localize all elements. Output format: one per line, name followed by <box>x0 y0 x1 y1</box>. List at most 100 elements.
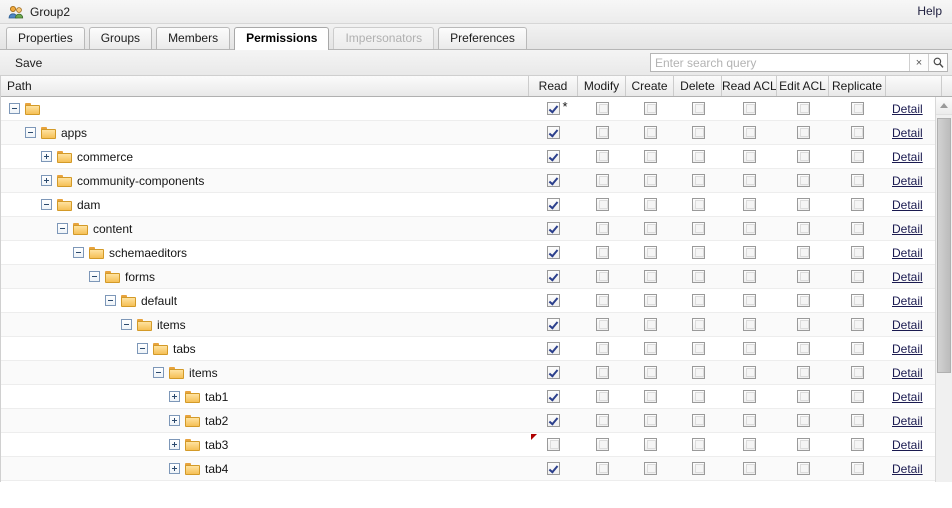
cell-modify[interactable] <box>578 265 626 288</box>
cell-modify[interactable] <box>578 289 626 312</box>
cell-edit_acl[interactable] <box>777 481 829 482</box>
cell-delete[interactable] <box>674 193 722 216</box>
cell-create[interactable] <box>626 265 674 288</box>
cell-create[interactable] <box>626 337 674 360</box>
checkbox-delete[interactable] <box>692 438 705 451</box>
column-header-replicate[interactable]: Replicate <box>829 76 886 96</box>
details-link[interactable]: Detail <box>892 342 923 356</box>
cell-read[interactable] <box>529 241 578 264</box>
checkbox-replicate[interactable] <box>851 246 864 259</box>
details-link[interactable]: Detail <box>892 222 923 236</box>
collapse-icon[interactable] <box>57 223 68 234</box>
checkbox-modify[interactable] <box>596 150 609 163</box>
checkbox-read_acl[interactable] <box>743 246 756 259</box>
checkbox-delete[interactable] <box>692 102 705 115</box>
column-header-details[interactable] <box>886 76 942 96</box>
cell-delete[interactable] <box>674 481 722 482</box>
cell-replicate[interactable] <box>829 97 886 120</box>
cell-read_acl[interactable] <box>722 193 777 216</box>
cell-edit_acl[interactable] <box>777 289 829 312</box>
checkbox-read_acl[interactable] <box>743 198 756 211</box>
checkbox-replicate[interactable] <box>851 390 864 403</box>
checkbox-edit_acl[interactable] <box>797 390 810 403</box>
collapse-icon[interactable] <box>41 199 52 210</box>
checkbox-edit_acl[interactable] <box>797 318 810 331</box>
checkbox-edit_acl[interactable] <box>797 246 810 259</box>
tab-members[interactable]: Members <box>156 27 230 49</box>
checkbox-edit_acl[interactable] <box>797 102 810 115</box>
table-row[interactable]: layoutDetail <box>1 481 952 482</box>
cell-create[interactable] <box>626 409 674 432</box>
cell-read_acl[interactable] <box>722 337 777 360</box>
checkbox-replicate[interactable] <box>851 270 864 283</box>
column-header-read_acl[interactable]: Read ACL <box>722 76 777 96</box>
checkbox-read[interactable] <box>547 462 560 475</box>
cell-replicate[interactable] <box>829 361 886 384</box>
expand-icon[interactable] <box>169 415 180 426</box>
checkbox-replicate[interactable] <box>851 126 864 139</box>
cell-replicate[interactable] <box>829 217 886 240</box>
cell-delete[interactable] <box>674 313 722 336</box>
cell-read[interactable] <box>529 337 578 360</box>
cell-read[interactable] <box>529 433 578 456</box>
cell-delete[interactable] <box>674 121 722 144</box>
cell-edit_acl[interactable] <box>777 97 829 120</box>
cell-modify[interactable] <box>578 361 626 384</box>
cell-delete[interactable] <box>674 457 722 480</box>
checkbox-read[interactable] <box>547 150 560 163</box>
table-row[interactable]: tab3Detail <box>1 433 952 457</box>
checkbox-read_acl[interactable] <box>743 126 756 139</box>
cell-read[interactable]: * <box>529 97 578 120</box>
checkbox-delete[interactable] <box>692 174 705 187</box>
details-link[interactable]: Detail <box>892 174 923 188</box>
cell-read[interactable] <box>529 385 578 408</box>
cell-create[interactable] <box>626 193 674 216</box>
cell-modify[interactable] <box>578 145 626 168</box>
checkbox-modify[interactable] <box>596 414 609 427</box>
cell-replicate[interactable] <box>829 409 886 432</box>
checkbox-delete[interactable] <box>692 222 705 235</box>
cell-read_acl[interactable] <box>722 481 777 482</box>
cell-replicate[interactable] <box>829 289 886 312</box>
column-header-edit_acl[interactable]: Edit ACL <box>777 76 829 96</box>
cell-read_acl[interactable] <box>722 145 777 168</box>
cell-read[interactable] <box>529 313 578 336</box>
cell-delete[interactable] <box>674 265 722 288</box>
cell-read[interactable] <box>529 289 578 312</box>
cell-modify[interactable] <box>578 121 626 144</box>
details-link[interactable]: Detail <box>892 294 923 308</box>
checkbox-create[interactable] <box>644 222 657 235</box>
checkbox-edit_acl[interactable] <box>797 150 810 163</box>
checkbox-edit_acl[interactable] <box>797 438 810 451</box>
cell-edit_acl[interactable] <box>777 169 829 192</box>
checkbox-read[interactable] <box>547 414 560 427</box>
details-link[interactable]: Detail <box>892 414 923 428</box>
cell-create[interactable] <box>626 97 674 120</box>
cell-modify[interactable] <box>578 193 626 216</box>
column-header-path[interactable]: Path <box>1 76 529 96</box>
collapse-icon[interactable] <box>89 271 100 282</box>
checkbox-create[interactable] <box>644 294 657 307</box>
cell-read_acl[interactable] <box>722 97 777 120</box>
clear-search-icon[interactable]: × <box>909 54 928 71</box>
checkbox-read_acl[interactable] <box>743 366 756 379</box>
cell-modify[interactable] <box>578 217 626 240</box>
cell-create[interactable] <box>626 169 674 192</box>
checkbox-modify[interactable] <box>596 318 609 331</box>
checkbox-replicate[interactable] <box>851 198 864 211</box>
checkbox-delete[interactable] <box>692 198 705 211</box>
checkbox-delete[interactable] <box>692 126 705 139</box>
collapse-icon[interactable] <box>137 343 148 354</box>
table-row[interactable]: schemaeditorsDetail <box>1 241 952 265</box>
cell-read_acl[interactable] <box>722 409 777 432</box>
cell-create[interactable] <box>626 121 674 144</box>
checkbox-read[interactable] <box>547 438 560 451</box>
checkbox-read[interactable] <box>547 174 560 187</box>
checkbox-create[interactable] <box>644 198 657 211</box>
expand-icon[interactable] <box>41 151 52 162</box>
checkbox-edit_acl[interactable] <box>797 342 810 355</box>
cell-modify[interactable] <box>578 313 626 336</box>
table-row[interactable]: commerceDetail <box>1 145 952 169</box>
cell-replicate[interactable] <box>829 433 886 456</box>
checkbox-create[interactable] <box>644 462 657 475</box>
